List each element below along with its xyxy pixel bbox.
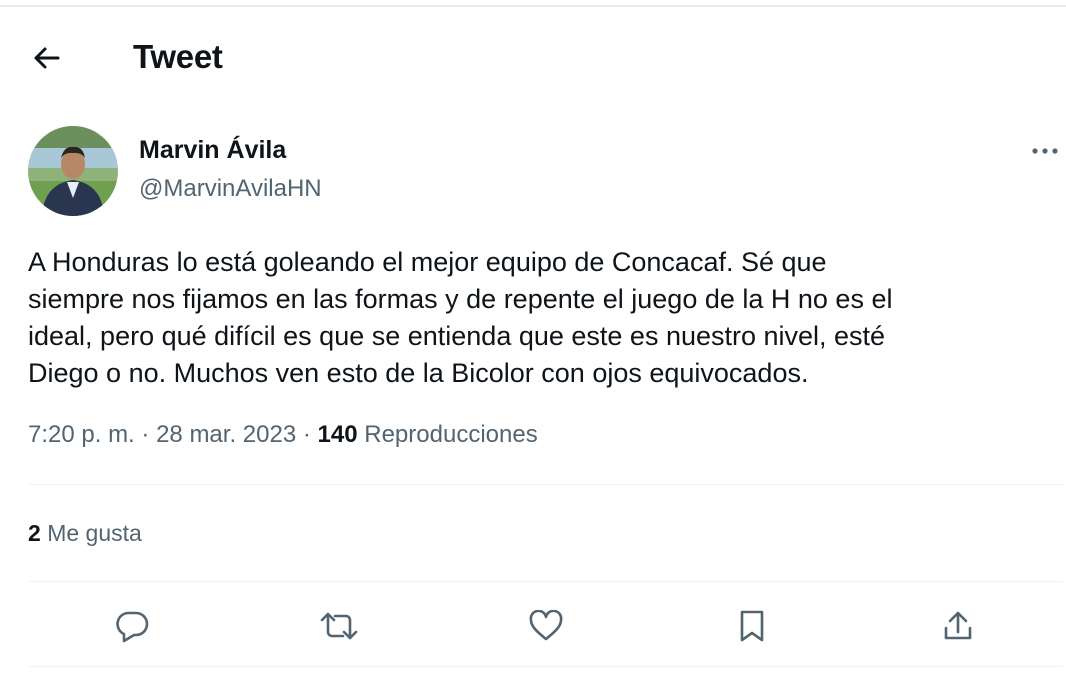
divider xyxy=(28,484,1062,485)
like-button[interactable] xyxy=(524,604,568,648)
tweet-text-line: ideal, pero qué difícil es que se entien… xyxy=(28,321,886,351)
tweet-meta: 7:20 p. m. · 28 mar. 2023 · 140 Reproduc… xyxy=(28,421,538,449)
avatar[interactable] xyxy=(28,126,118,216)
bookmark-button[interactable] xyxy=(730,604,774,648)
views-count: 140 xyxy=(317,421,358,448)
meta-separator: · xyxy=(302,421,311,448)
back-button[interactable] xyxy=(28,42,64,74)
views-label: Reproducciones xyxy=(364,421,538,448)
likes-count: 2 xyxy=(28,520,41,546)
reply-button[interactable] xyxy=(110,604,154,648)
retweet-icon xyxy=(319,611,359,641)
top-border xyxy=(0,5,1066,7)
tweet-date[interactable]: 28 mar. 2023 xyxy=(156,421,296,448)
share-icon xyxy=(942,610,974,642)
author-handle[interactable]: @MarvinAvilaHN xyxy=(139,175,322,203)
arrow-left-icon xyxy=(32,46,60,70)
heart-icon xyxy=(528,610,564,642)
tweet-text: A Honduras lo está goleando el mejor equ… xyxy=(28,244,1058,392)
meta-separator: · xyxy=(141,421,150,448)
tweet-actions xyxy=(28,598,1062,654)
divider xyxy=(28,581,1062,582)
tweet-time[interactable]: 7:20 p. m. xyxy=(28,421,135,448)
likes-stat[interactable]: 2 Me gusta xyxy=(28,520,142,547)
tweet-header: Tweet xyxy=(0,30,1066,86)
likes-label: Me gusta xyxy=(47,520,142,546)
tweet-text-line: Diego o no. Muchos ven esto de la Bicolo… xyxy=(28,358,809,388)
more-horizontal-icon xyxy=(1031,147,1059,155)
tweet-text-line: siempre nos fijamos en las formas y de r… xyxy=(28,284,893,314)
share-button[interactable] xyxy=(936,604,980,648)
retweet-button[interactable] xyxy=(317,604,361,648)
divider xyxy=(28,666,1062,667)
author-name[interactable]: Marvin Ávila xyxy=(139,136,286,165)
tweet-text-line: A Honduras lo está goleando el mejor equ… xyxy=(28,247,827,277)
bookmark-icon xyxy=(738,609,766,643)
page-title: Tweet xyxy=(133,38,223,75)
reply-icon xyxy=(114,609,150,643)
more-options-button[interactable] xyxy=(1022,136,1066,166)
